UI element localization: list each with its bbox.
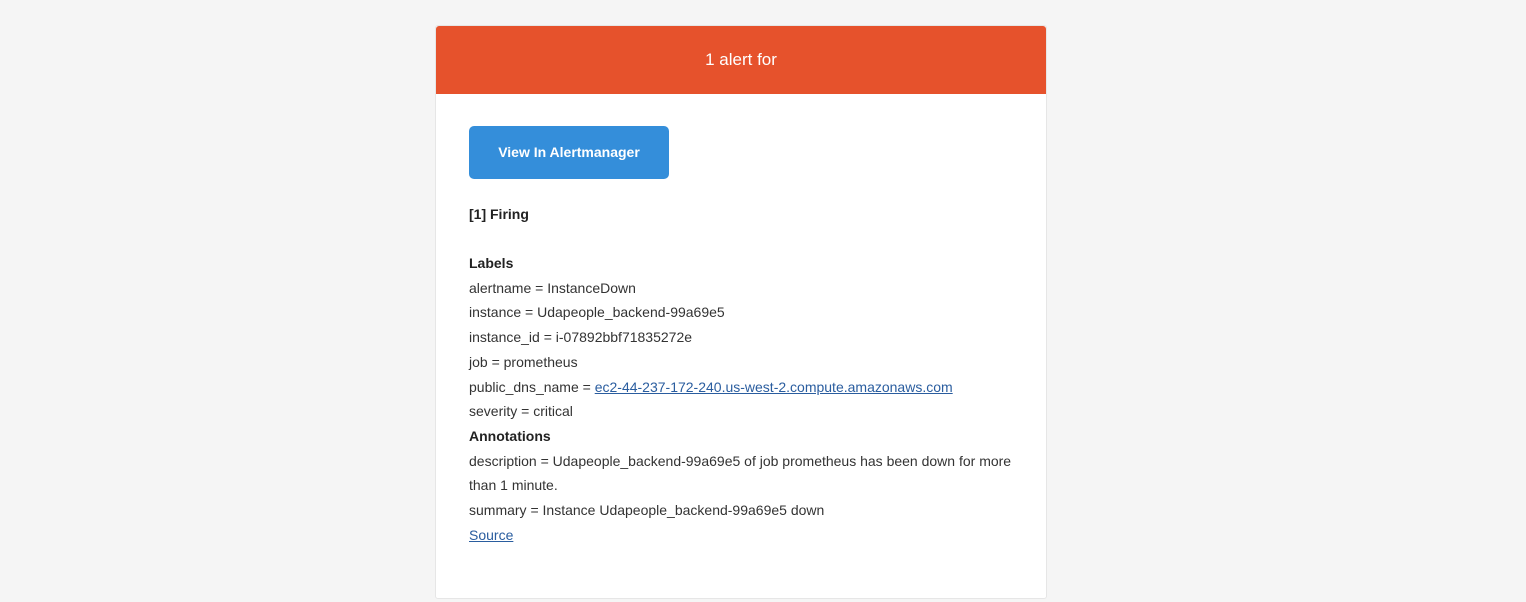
annotation-description: description = Udapeople_backend-99a69e5 … — [469, 452, 1012, 494]
alert-body: View In Alertmanager [1] Firing Labels a… — [436, 94, 1046, 547]
label-public-dns-name: public_dns_name = ec2-44-237-172-240.us-… — [469, 375, 1013, 400]
label-instance-id: instance_id = i-07892bbf71835272e — [469, 329, 693, 346]
label-job: job = prometheus — [469, 353, 578, 370]
alert-header-title: 1 alert for — [705, 50, 777, 69]
labels-heading: Labels — [469, 255, 514, 271]
annotations-heading: Annotations — [469, 427, 551, 444]
annotation-summary: summary = Instance Udapeople_backend-99a… — [469, 502, 825, 519]
source-link[interactable]: Source — [469, 527, 513, 543]
firing-status-heading: [1] Firing — [469, 206, 529, 222]
alert-details: Labels alertname = InstanceDown instance… — [469, 251, 1013, 547]
alert-email-card: 1 alert for View In Alertmanager [1] Fir… — [435, 25, 1047, 599]
view-in-alertmanager-button[interactable]: View In Alertmanager — [469, 126, 669, 179]
alert-header: 1 alert for — [436, 26, 1046, 94]
label-instance: instance = Udapeople_backend-99a69e5 — [469, 304, 725, 321]
public-dns-name-key: public_dns_name = — [469, 378, 595, 395]
label-severity: severity = critical — [469, 403, 573, 420]
public-dns-name-link[interactable]: ec2-44-237-172-240.us-west-2.compute.ama… — [595, 379, 953, 395]
label-alertname: alertname = InstanceDown — [469, 279, 636, 296]
